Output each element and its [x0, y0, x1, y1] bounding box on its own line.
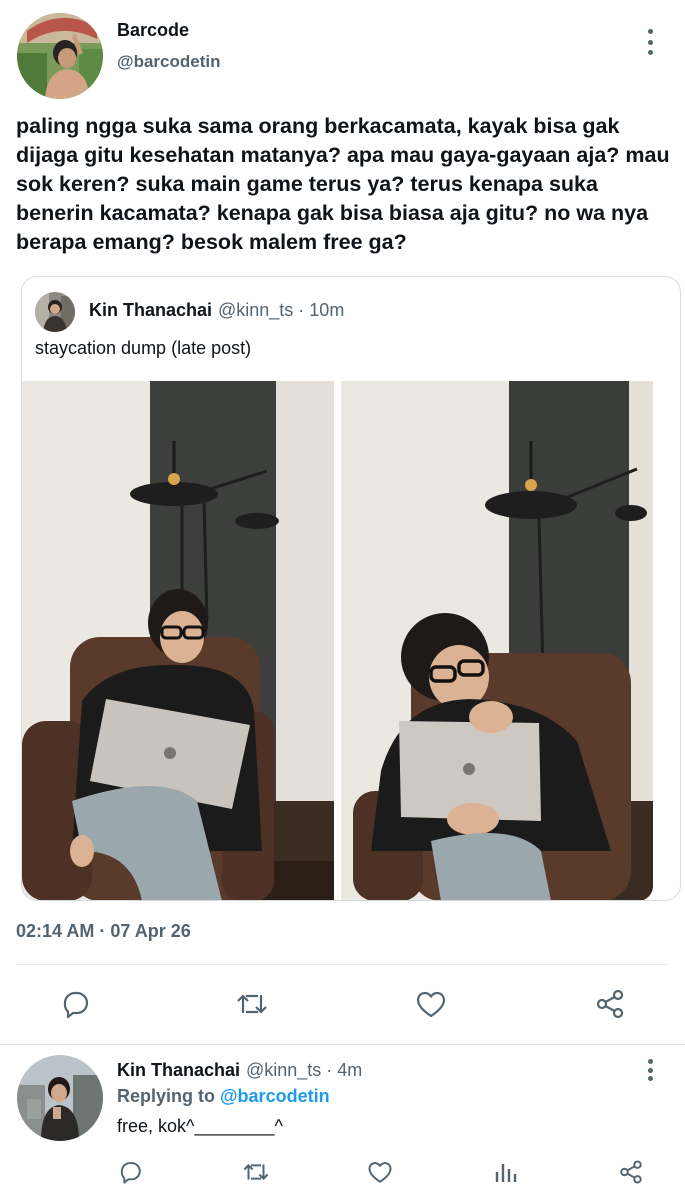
- reply-icon[interactable]: [113, 1156, 147, 1188]
- share-icon[interactable]: [614, 1156, 648, 1188]
- like-icon[interactable]: [363, 1156, 397, 1188]
- quoted-author-meta[interactable]: @kinn_ts · 10m: [218, 300, 344, 321]
- author-handle[interactable]: @barcodetin: [117, 52, 220, 72]
- replying-to-handle[interactable]: @barcodetin: [220, 1086, 330, 1106]
- quoted-photo-2[interactable]: [341, 381, 653, 900]
- retweet-icon[interactable]: [238, 1156, 274, 1188]
- tweet-text: paling ngga suka sama orang berkacamata,…: [16, 114, 670, 254]
- more-options-icon[interactable]: [645, 29, 655, 55]
- author-avatar[interactable]: [17, 13, 103, 99]
- retweet-icon[interactable]: [232, 986, 272, 1022]
- reply-icon[interactable]: [55, 986, 95, 1022]
- like-icon[interactable]: [411, 986, 451, 1022]
- analytics-icon[interactable]: [489, 1156, 523, 1188]
- reply-more-options-icon[interactable]: [645, 1059, 655, 1081]
- replying-to: Replying to @barcodetin: [117, 1086, 330, 1107]
- reply-author-name[interactable]: Kin Thanachai: [117, 1060, 240, 1081]
- quoted-author-avatar[interactable]: [35, 292, 75, 332]
- tweet-timestamp[interactable]: 02:14 AM · 07 Apr 26: [16, 921, 191, 942]
- replying-to-label: Replying to: [117, 1086, 220, 1106]
- divider: [0, 1044, 685, 1045]
- author-name[interactable]: Barcode: [117, 20, 189, 41]
- quoted-author-name[interactable]: Kin Thanachai: [89, 300, 212, 321]
- share-icon[interactable]: [590, 986, 630, 1022]
- reply-text: free, kok^________^: [117, 1116, 284, 1136]
- divider: [16, 964, 668, 965]
- reply-author-avatar[interactable]: [17, 1055, 103, 1141]
- quoted-tweet[interactable]: Kin Thanachai @kinn_ts · 10m staycation …: [21, 276, 681, 901]
- quoted-tweet-text: staycation dump (late post): [35, 338, 252, 358]
- quoted-photo-1[interactable]: [22, 381, 334, 900]
- reply-author-meta[interactable]: @kinn_ts · 4m: [246, 1060, 362, 1081]
